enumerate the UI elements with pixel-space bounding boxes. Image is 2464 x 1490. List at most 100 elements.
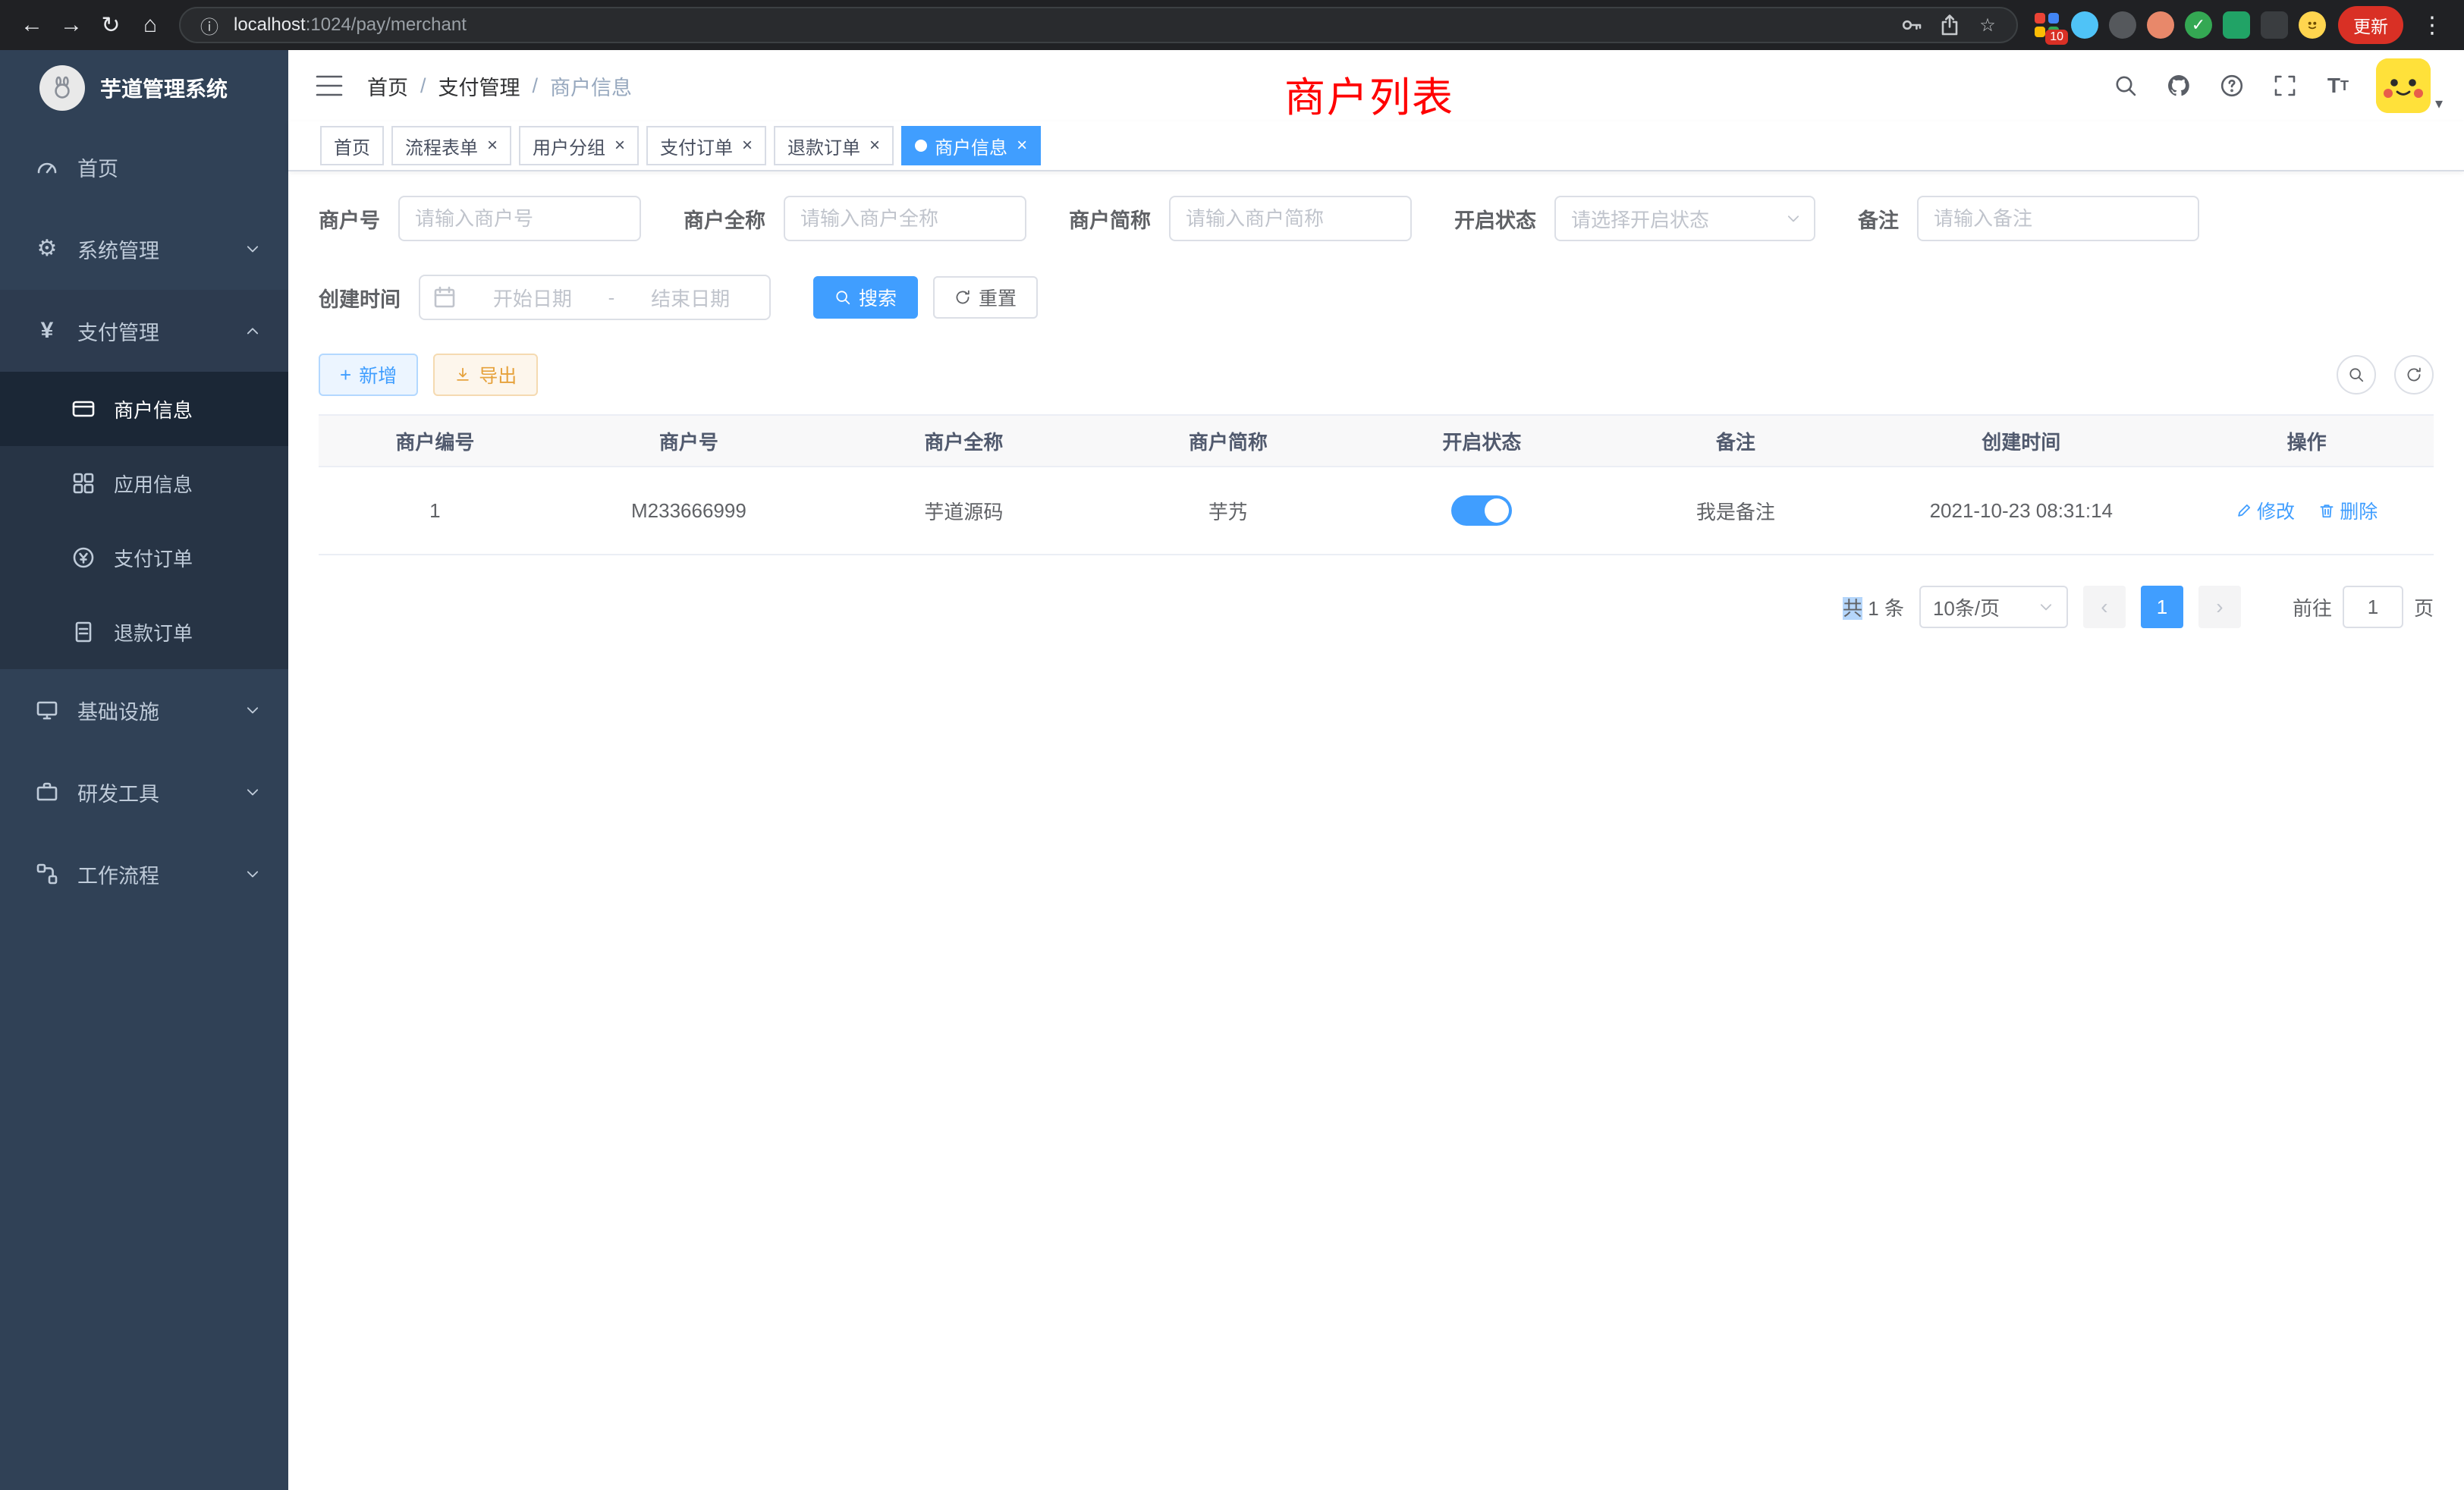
extension-icon[interactable] [2109,11,2136,39]
pagination: 共 1 条 10条/页 ‹ 1 › 前往 页 [319,586,2434,628]
delete-link[interactable]: 删除 [2318,497,2378,524]
edit-link[interactable]: 修改 [2236,497,2295,524]
filter-create-time: 创建时间 开始日期 - 结束日期 [319,275,771,320]
forward-icon[interactable]: → [52,5,91,45]
close-icon[interactable]: × [614,137,625,155]
pagination-goto: 前往 页 [2293,586,2434,628]
goto-page-input[interactable] [2343,586,2403,628]
filter-merchant-name: 商户全称 [684,196,1026,241]
tab-merchant-info[interactable]: 商户信息 × [901,126,1041,165]
page-annotation: 商户列表 [1284,64,1454,124]
refresh-icon[interactable] [2394,355,2434,395]
page-size-select[interactable]: 10条/页 [1919,586,2068,628]
avatar [2376,58,2431,113]
sidebar-item-workflow[interactable]: 工作流程 [0,833,288,915]
search-button[interactable]: 搜索 [813,276,918,319]
close-icon[interactable]: × [1017,137,1027,155]
sidebar-item-merchant-info[interactable]: 商户信息 [0,372,288,446]
filter-status: 开启状态 请选择开启状态 [1454,196,1815,241]
extension-icon[interactable] [2071,11,2098,39]
cell-merchant-name: 芋道源码 [826,467,1101,555]
breadcrumb-item[interactable]: 首页 [367,71,408,101]
toggle-search-icon[interactable] [2337,355,2376,395]
tab-process-form[interactable]: 流程表单 × [391,126,511,165]
merchant-short-input[interactable] [1169,196,1412,241]
user-menu[interactable]: ▾ [2376,58,2443,113]
status-toggle[interactable] [1451,495,1512,526]
next-page-button[interactable]: › [2198,586,2241,628]
sidebar-item-home[interactable]: 首页 [0,126,288,208]
address-bar[interactable]: ⓘ localhost:1024/pay/merchant ☆ [179,7,2018,43]
sidebar-toggle-icon[interactable] [316,75,343,96]
filter-row-2: 创建时间 开始日期 - 结束日期 搜索 [319,275,2434,320]
add-button-label: 新增 [359,361,397,388]
search-icon[interactable] [2110,71,2141,101]
browser-menu-icon[interactable]: ⋮ [2412,5,2452,45]
site-info-icon[interactable]: ⓘ [196,11,223,39]
reset-button[interactable]: 重置 [933,276,1038,319]
reset-button-label: 重置 [979,284,1017,311]
screen: ← → ↻ ⌂ ⓘ localhost:1024/pay/merchant ☆ … [0,0,2464,1490]
date-range-picker[interactable]: 开始日期 - 结束日期 [419,275,771,320]
cell-merchant-no: M233666999 [552,467,826,555]
extension-icon[interactable] [2223,11,2250,39]
sidebar-item-label: 工作流程 [77,860,159,889]
chevron-down-icon [2038,599,2054,615]
merchant-no-label: 商户号 [319,204,380,234]
password-key-icon[interactable] [1898,11,1925,39]
sidebar-item-label: 退款订单 [114,618,193,646]
browser-update-button[interactable]: 更新 [2338,6,2403,44]
extension-icon[interactable]: 10 [2033,11,2060,39]
sidebar-item-dev-tools[interactable]: 研发工具 [0,751,288,833]
content: 商户号 商户全称 商户简称 开启状态 请选择开启状态 [288,171,2464,1490]
fullscreen-icon[interactable] [2270,71,2300,101]
font-size-icon[interactable]: TT [2323,71,2353,101]
prev-page-button[interactable]: ‹ [2083,586,2126,628]
url-text: localhost:1024/pay/merchant [234,14,1887,36]
page-number-button[interactable]: 1 [2141,586,2183,628]
remark-label: 备注 [1858,204,1899,234]
merchant-no-input[interactable] [398,196,641,241]
add-button[interactable]: + 新增 [319,354,418,396]
github-icon[interactable] [2164,71,2194,101]
help-icon[interactable] [2217,71,2247,101]
share-icon[interactable] [1936,11,1963,39]
table-row: 1 M233666999 芋道源码 芋艿 我是备注 2021-10-23 08:… [319,467,2434,555]
back-icon[interactable]: ← [12,5,52,45]
extension-icon[interactable] [2299,11,2326,39]
plus-icon: + [340,363,351,387]
breadcrumb-separator: / [420,74,426,98]
extension-icon[interactable] [2261,11,2288,39]
tab-user-group[interactable]: 用户分组 × [519,126,639,165]
breadcrumb-item[interactable]: 支付管理 [438,71,520,101]
close-icon[interactable]: × [869,137,880,155]
tab-refund-order[interactable]: 退款订单 × [774,126,894,165]
sidebar-item-pay-order[interactable]: 支付订单 [0,520,288,595]
extension-icon[interactable] [2147,11,2174,39]
coin-icon [70,545,97,570]
tab-home[interactable]: 首页 [320,126,384,165]
home-icon[interactable]: ⌂ [130,5,170,45]
sidebar-item-payment[interactable]: ¥ 支付管理 [0,290,288,372]
close-icon[interactable]: × [487,137,498,155]
sidebar-item-app-info[interactable]: 应用信息 [0,446,288,520]
remark-input[interactable] [1917,196,2199,241]
extension-icon[interactable]: ✓ [2185,11,2212,39]
sidebar-item-system[interactable]: ⚙ 系统管理 [0,208,288,290]
app-grid-icon [70,471,97,495]
close-icon[interactable]: × [742,137,753,155]
bookmark-star-icon[interactable]: ☆ [1974,11,2001,39]
merchant-name-input[interactable] [784,196,1026,241]
sidebar-item-infrastructure[interactable]: 基础设施 [0,669,288,751]
table-tools [2337,355,2434,395]
tab-pay-order[interactable]: 支付订单 × [646,126,766,165]
sidebar-item-refund-order[interactable]: 退款订单 [0,595,288,669]
app-logo[interactable]: 芋道管理系统 [0,50,288,126]
status-select[interactable]: 请选择开启状态 [1554,196,1815,241]
goto-unit: 页 [2414,593,2434,621]
toolbox-icon [33,780,61,804]
reload-icon[interactable]: ↻ [91,5,130,45]
breadcrumb: 首页 / 支付管理 / 商户信息 [367,71,632,101]
card-icon [70,397,97,421]
export-button[interactable]: 导出 [433,354,538,396]
